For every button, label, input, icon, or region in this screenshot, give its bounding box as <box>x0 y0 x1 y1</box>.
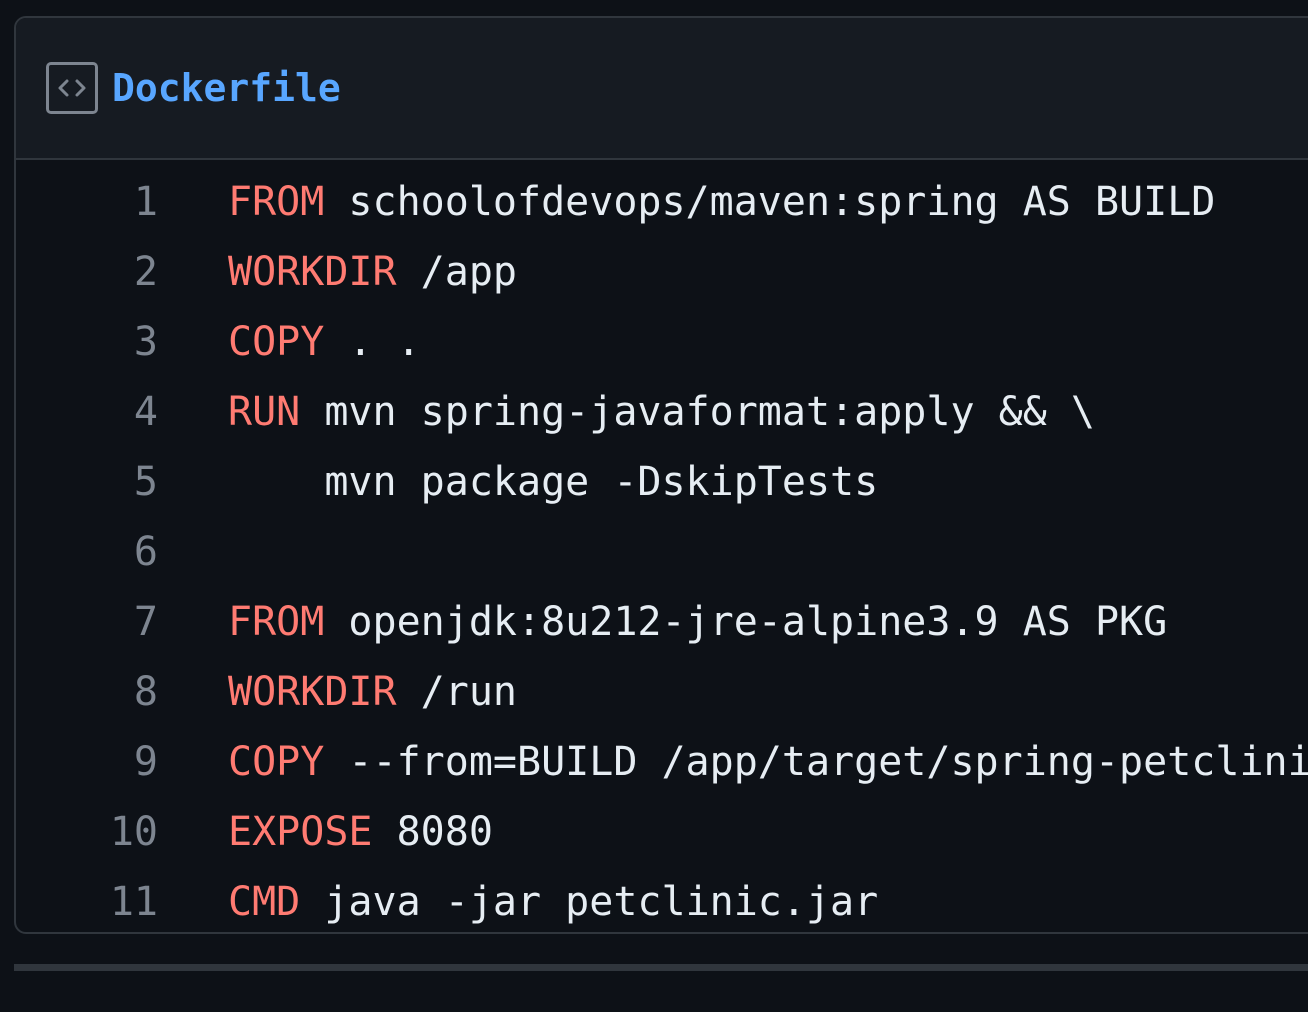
keyword: RUN <box>228 389 301 435</box>
file-name-link[interactable]: Dockerfile <box>112 66 341 110</box>
line-content: COPY . . <box>158 319 421 365</box>
code-text: mvn package -DskipTests <box>228 459 879 505</box>
code-line: 8 WORKDIR /run <box>16 657 1308 727</box>
line-content: RUN mvn spring-javaformat:apply && \ <box>158 389 1095 435</box>
code-line: 1 FROM schoolofdevops/maven:spring AS BU… <box>16 167 1308 237</box>
keyword: FROM <box>228 179 325 225</box>
line-number[interactable]: 5 <box>16 459 158 505</box>
line-number[interactable]: 10 <box>16 809 158 855</box>
code-line: 3 COPY . . <box>16 307 1308 377</box>
page: Dockerfile 1 FROM schoolofdevops/maven:s… <box>0 0 1308 1012</box>
code-line: 10 EXPOSE 8080 <box>16 797 1308 867</box>
code-text: --from=BUILD /app/target/spring-petclini… <box>348 739 1308 785</box>
line-content: FROM openjdk:8u212-jre-alpine3.9 AS PKG <box>158 599 1167 645</box>
code-text: schoolofdevops/maven:spring AS BUILD <box>324 179 1216 225</box>
divider <box>14 964 1308 971</box>
code-line: 9 COPY --from=BUILD /app/target/spring-p… <box>16 727 1308 797</box>
keyword: WORKDIR <box>228 249 397 295</box>
line-content: COPY --from=BUILD /app/target/spring-pet… <box>158 739 1308 785</box>
code-text: java -jar petclinic.jar <box>300 879 879 925</box>
line-number[interactable]: 1 <box>16 179 158 225</box>
code-text: 8080 <box>372 809 493 855</box>
code-line: 11 CMD java -jar petclinic.jar <box>16 867 1308 932</box>
code-line: 2 WORKDIR /app <box>16 237 1308 307</box>
keyword: WORKDIR <box>228 669 397 715</box>
line-content: WORKDIR /run <box>158 669 517 715</box>
code-line: 6 <box>16 517 1308 587</box>
line-content: mvn package -DskipTests <box>158 459 878 505</box>
code-line: 4 RUN mvn spring-javaformat:apply && \ <box>16 377 1308 447</box>
line-number[interactable]: 2 <box>16 249 158 295</box>
line-number[interactable]: 7 <box>16 599 158 645</box>
code-text: openjdk:8u212-jre-alpine3.9 AS PKG <box>324 599 1168 645</box>
keyword: FROM <box>228 599 325 645</box>
code-line: 7 FROM openjdk:8u212-jre-alpine3.9 AS PK… <box>16 587 1308 657</box>
keyword: COPY <box>228 319 325 365</box>
keyword: COPY <box>228 739 325 785</box>
code-text: . . <box>324 319 421 365</box>
code-block: 1 FROM schoolofdevops/maven:spring AS BU… <box>16 160 1308 932</box>
line-number[interactable]: 9 <box>16 739 158 785</box>
file-code-icon <box>46 62 98 114</box>
line-content: CMD java -jar petclinic.jar <box>158 879 878 925</box>
line-content: EXPOSE 8080 <box>158 809 493 855</box>
keyword: EXPOSE <box>228 809 373 855</box>
line-number[interactable]: 6 <box>16 529 158 575</box>
file-viewer: Dockerfile 1 FROM schoolofdevops/maven:s… <box>14 16 1308 934</box>
line-number[interactable]: 8 <box>16 669 158 715</box>
file-header: Dockerfile <box>16 18 1308 160</box>
code-text: /app <box>396 249 517 295</box>
line-content: WORKDIR /app <box>158 249 517 295</box>
code-line: 5 mvn package -DskipTests <box>16 447 1308 517</box>
keyword: CMD <box>228 879 301 925</box>
code-text: mvn spring-javaformat:apply && \ <box>300 389 1095 435</box>
line-number[interactable]: 3 <box>16 319 158 365</box>
line-number[interactable]: 4 <box>16 389 158 435</box>
line-number[interactable]: 11 <box>16 879 158 925</box>
code-text: /run <box>396 669 517 715</box>
line-content: FROM schoolofdevops/maven:spring AS BUIL… <box>158 179 1215 225</box>
